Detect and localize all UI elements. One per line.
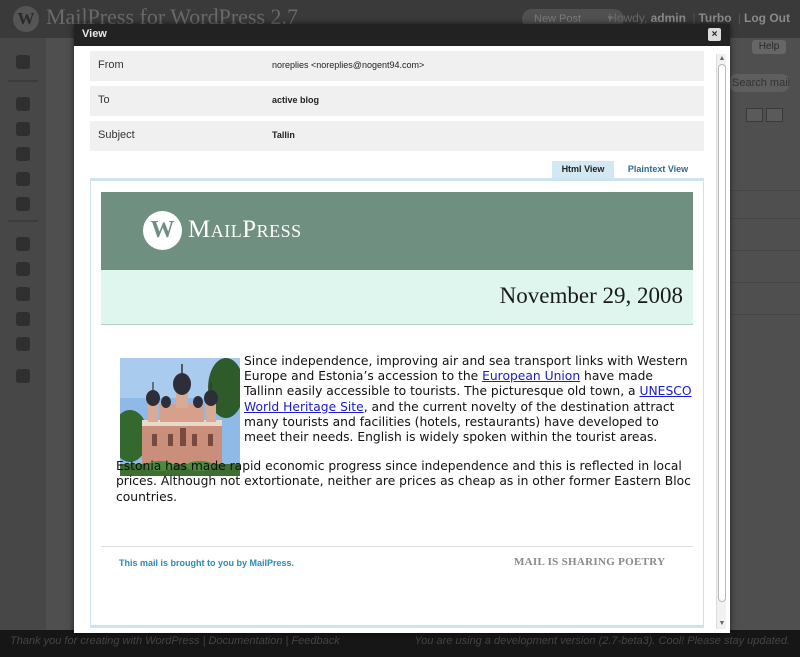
mailpress-credit-link[interactable]: This mail is brought to you by MailPress…	[119, 558, 294, 568]
modal-titlebar[interactable]: View ×	[74, 24, 730, 46]
article-paragraph-2: Estonia has made rapid economic progress…	[116, 459, 691, 504]
subject-value: Tallin	[272, 130, 295, 140]
article-paragraph-1: Since independence, improving air and se…	[116, 354, 692, 445]
to-row: To active blog	[90, 86, 704, 116]
scrollbar-thumb[interactable]	[718, 64, 726, 602]
dashboard-icon[interactable]	[16, 55, 30, 69]
mail-banner: W MailPress	[101, 192, 693, 270]
username-link[interactable]: admin	[651, 11, 686, 25]
search-mails-button[interactable]: Search mails	[728, 74, 790, 92]
user-links: Howdy, admin | Turbo | Log Out	[608, 11, 790, 25]
from-row: From noreplies <noreplies@nogent94.com>	[90, 51, 704, 81]
help-button[interactable]: Help	[752, 40, 786, 54]
european-union-link[interactable]: European Union	[482, 369, 580, 383]
modal-scrollbar[interactable]: ▲ ▼	[716, 54, 726, 629]
admin-sidebar	[0, 38, 46, 630]
turbo-link[interactable]: Turbo	[698, 11, 731, 25]
to-label: To	[98, 94, 110, 106]
greeting: Howdy,	[608, 11, 648, 25]
table-row-divider	[728, 190, 800, 191]
mail-date: November 29, 2008	[499, 283, 683, 308]
wordpress-logo-icon: W	[143, 211, 182, 250]
modal-title: View	[82, 28, 107, 40]
sidebar-separator	[8, 220, 38, 222]
admin-footer: Thank you for creating with WordPress | …	[0, 630, 800, 657]
settings-icon[interactable]	[16, 337, 30, 351]
wordpress-logo-icon[interactable]: W	[13, 6, 39, 32]
tab-plaintext-view[interactable]: Plaintext View	[622, 161, 694, 178]
excerpt-view-icon[interactable]	[766, 108, 783, 122]
mail-article: Since independence, improving air and se…	[116, 354, 692, 505]
tab-html-view[interactable]: Html View	[552, 161, 614, 178]
mail-date-band: November 29, 2008	[101, 270, 693, 325]
plugins-icon[interactable]	[16, 262, 30, 276]
pages-icon[interactable]	[16, 172, 30, 186]
logout-link[interactable]: Log Out	[744, 11, 790, 25]
list-view-icon[interactable]	[746, 108, 763, 122]
view-mail-modal: View × From noreplies <noreplies@nogent9…	[74, 24, 730, 633]
mail-tagline: MAIL IS SHARING POETRY	[514, 556, 666, 568]
footer-credits: Thank you for creating with WordPress | …	[10, 635, 340, 647]
table-row-divider	[728, 250, 800, 251]
tools-icon[interactable]	[16, 312, 30, 326]
table-row-divider	[728, 314, 800, 315]
mailpress-icon[interactable]	[16, 369, 30, 383]
from-value: noreplies <noreplies@nogent94.com>	[272, 60, 425, 70]
scroll-down-icon[interactable]: ▼	[717, 619, 727, 629]
subject-label: Subject	[98, 129, 135, 141]
scroll-up-icon[interactable]: ▲	[717, 54, 727, 64]
posts-icon[interactable]	[16, 97, 30, 111]
links-icon[interactable]	[16, 147, 30, 161]
subject-row: Subject Tallin	[90, 121, 704, 151]
table-row-divider	[728, 282, 800, 283]
appearance-icon[interactable]	[16, 237, 30, 251]
sidebar-separator	[8, 80, 38, 82]
from-label: From	[98, 59, 124, 71]
mailpress-logo-text: MailPress	[188, 216, 302, 243]
table-row-divider	[728, 218, 800, 219]
users-icon[interactable]	[16, 287, 30, 301]
footer-version: You are using a development version (2.7…	[414, 635, 790, 647]
close-icon[interactable]: ×	[708, 28, 721, 41]
separator: |	[737, 11, 742, 25]
to-value: active blog	[272, 95, 320, 105]
comments-icon[interactable]	[16, 197, 30, 211]
mail-footer-divider	[101, 546, 693, 547]
media-icon[interactable]	[16, 122, 30, 136]
